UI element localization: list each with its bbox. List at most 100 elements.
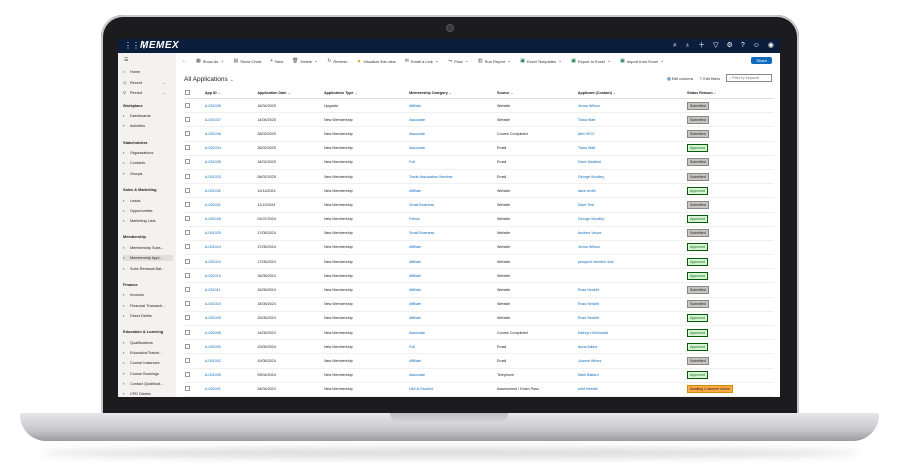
sidebar-item[interactable]: ▪ Organisations bbox=[123, 150, 173, 156]
record-link[interactable]: edhf Nesbitt bbox=[578, 387, 598, 391]
select-all-checkbox[interactable] bbox=[184, 87, 204, 99]
record-link[interactable]: Fellow bbox=[409, 217, 420, 221]
record-link[interactable]: Anna Atkins bbox=[578, 345, 597, 349]
hamburger-icon[interactable]: ☰ bbox=[124, 57, 128, 63]
row-checkbox[interactable] bbox=[185, 287, 190, 293]
record-link[interactable]: Associate bbox=[409, 118, 425, 122]
back-button[interactable]: ← bbox=[182, 58, 187, 64]
row-checkbox[interactable] bbox=[185, 145, 190, 151]
row-checkbox[interactable] bbox=[185, 201, 190, 207]
column-header[interactable]: Application Type ⌄ bbox=[322, 87, 409, 99]
table-row[interactable]: A-00100601/02/2024New MembershipSmall Bu… bbox=[184, 396, 774, 397]
table-row[interactable]: A-001005 09/04/2024 New Membership Associat… bbox=[184, 368, 774, 383]
record-link[interactable]: Associate bbox=[409, 331, 425, 335]
record-link[interactable]: A-001024 bbox=[205, 245, 221, 249]
column-header[interactable]: Applicant (Contact) ⌄ bbox=[576, 87, 687, 99]
view-selector[interactable]: All Applications ⌄ bbox=[184, 76, 234, 83]
chevron-down-icon[interactable]: ⌄ bbox=[162, 90, 165, 95]
table-row[interactable]: A-001037 14/04/2025 New Membership Associat… bbox=[184, 112, 774, 128]
record-link[interactable]: A-001019 bbox=[205, 274, 221, 278]
sidebar-item[interactable]: ▪ Direct Debits bbox=[123, 313, 173, 319]
record-link[interactable]: Dave Warfield bbox=[578, 160, 601, 164]
record-link[interactable]: A-001032 bbox=[205, 189, 221, 193]
table-row[interactable]: A-001036 26/02/2025 New Membership Associat… bbox=[184, 126, 774, 142]
table-row[interactable]: A-001033 06/02/2025 New Membership Trade As… bbox=[184, 169, 774, 185]
record-link[interactable]: Associate bbox=[409, 373, 425, 377]
sidebar-item[interactable]: ▪ Opportunities bbox=[123, 208, 173, 214]
user-icon[interactable]: ◉ bbox=[768, 42, 774, 50]
record-link[interactable]: Affiliate bbox=[409, 288, 421, 292]
sidebar-item[interactable]: ▪ Membership Appl... bbox=[123, 255, 173, 262]
record-link[interactable]: Andrew Vance bbox=[578, 231, 602, 235]
record-link[interactable]: Kathryn McDonald bbox=[578, 331, 608, 335]
record-link[interactable]: Dave Test bbox=[578, 203, 594, 207]
record-link[interactable]: A-001005 bbox=[205, 373, 221, 377]
record-link[interactable]: Trade Association Member bbox=[409, 175, 453, 179]
record-link[interactable]: A-001023 bbox=[205, 260, 221, 264]
record-link[interactable]: A-001010 bbox=[205, 302, 221, 306]
row-checkbox[interactable] bbox=[185, 301, 190, 307]
row-checkbox[interactable] bbox=[185, 230, 190, 236]
table-row[interactable]: A-001001 04/04/2024 New Membership UKCA Stu… bbox=[184, 382, 774, 397]
row-checkbox[interactable] bbox=[185, 102, 190, 108]
record-link[interactable]: Affiliate bbox=[409, 316, 421, 320]
table-row[interactable]: A-001002 10/05/2024 New Membership Affiliat… bbox=[184, 353, 774, 369]
filter-icon[interactable]: ▽ bbox=[713, 42, 718, 50]
new-button[interactable]: + New bbox=[270, 58, 283, 64]
record-link[interactable]: Full bbox=[409, 345, 415, 349]
record-link[interactable]: Affiliate bbox=[409, 302, 421, 306]
row-checkbox[interactable] bbox=[185, 244, 190, 250]
record-link[interactable]: George Woolley bbox=[578, 175, 604, 179]
column-header[interactable]: Application Date ⌄ bbox=[256, 87, 323, 99]
import-excel-button[interactable]: ▣ Import from Excel ⌄ bbox=[620, 58, 664, 64]
table-row[interactable]: A-001024 17/05/2024 New Membership Affiliat… bbox=[184, 240, 774, 256]
table-row[interactable]: A-001000 10/05/2024 New Membership Full Emai… bbox=[184, 339, 774, 355]
run-report-button[interactable]: ▥ Run Report ⌄ bbox=[478, 58, 511, 64]
table-row[interactable]: A-001031 11/11/2024 New Membership Small Bu… bbox=[184, 197, 774, 213]
column-header[interactable]: Membership Category ⌄ bbox=[408, 87, 496, 99]
sidebar-item[interactable]: ▪ Financial Transacti... bbox=[123, 303, 173, 309]
column-header[interactable]: Source ⌄ bbox=[495, 87, 577, 99]
people-icon[interactable]: ☺ bbox=[753, 42, 760, 50]
record-link[interactable]: Mark Ballard bbox=[578, 373, 599, 377]
record-link[interactable]: Full bbox=[409, 160, 415, 164]
table-row[interactable]: A-001026 01/07/2024 New Membership Fellow We… bbox=[184, 212, 774, 227]
record-link[interactable]: Affiliate bbox=[409, 189, 421, 193]
record-link[interactable]: Ross Nesbitt bbox=[578, 302, 599, 306]
row-checkbox[interactable] bbox=[185, 187, 190, 193]
lightbulb-icon[interactable]: ♁ bbox=[685, 42, 690, 50]
record-link[interactable]: Affiliate bbox=[409, 260, 421, 264]
show-chart-button[interactable]: ▤ Show Chart bbox=[234, 58, 262, 64]
sidebar-item[interactable]: ▪ Invoices bbox=[123, 292, 173, 298]
record-link[interactable]: A-001036 bbox=[205, 132, 221, 136]
record-link[interactable]: A-001031 bbox=[205, 203, 221, 207]
column-header[interactable]: App ID ⌄ bbox=[203, 87, 257, 99]
refresh-button[interactable]: ↻ Refresh bbox=[327, 58, 347, 64]
row-checkbox[interactable] bbox=[185, 130, 190, 136]
record-link[interactable]: A-001035 bbox=[205, 160, 221, 164]
row-checkbox[interactable] bbox=[185, 386, 190, 392]
table-row[interactable]: A-001034 26/02/2025 New Membership Associat… bbox=[184, 141, 774, 156]
record-link[interactable]: Alex WCC bbox=[578, 132, 595, 136]
record-link[interactable]: dave smith bbox=[578, 189, 596, 193]
column-header[interactable]: Status Reason ⌄ bbox=[686, 87, 774, 99]
row-checkbox[interactable] bbox=[185, 357, 190, 363]
sidebar-item[interactable]: ▪ Marketing Lists bbox=[123, 218, 173, 224]
sidebar-item[interactable]: ▪ Course Bookings bbox=[123, 371, 173, 377]
record-link[interactable]: A-001034 bbox=[205, 146, 221, 150]
filter-keyword-input[interactable]: ⌕ Filter by keyword bbox=[726, 74, 772, 82]
record-link[interactable]: A-001009 bbox=[205, 316, 221, 320]
sidebar-item[interactable]: ▪ Dashboards bbox=[123, 113, 173, 119]
record-link[interactable]: A-001026 bbox=[205, 217, 221, 221]
record-link[interactable]: Associate bbox=[409, 132, 425, 136]
table-row[interactable]: A-001008 14/05/2024 New Membership Associat… bbox=[184, 325, 774, 341]
export-excel-button[interactable]: ▣ Export to Excel ⌄ bbox=[571, 58, 611, 64]
sidebar-item[interactable]: ▪ Groups bbox=[123, 171, 173, 177]
checkbox[interactable] bbox=[185, 89, 190, 95]
row-checkbox[interactable] bbox=[185, 315, 190, 321]
record-link[interactable]: Small Business bbox=[409, 203, 434, 207]
record-link[interactable]: A-001038 bbox=[205, 104, 221, 108]
sidebar-item[interactable]: ▪ Subs Renewal Bat... bbox=[123, 266, 173, 272]
edit-columns-button[interactable]: ▦ Edit columns bbox=[667, 76, 693, 81]
record-link[interactable]: Affiliate bbox=[409, 274, 421, 278]
